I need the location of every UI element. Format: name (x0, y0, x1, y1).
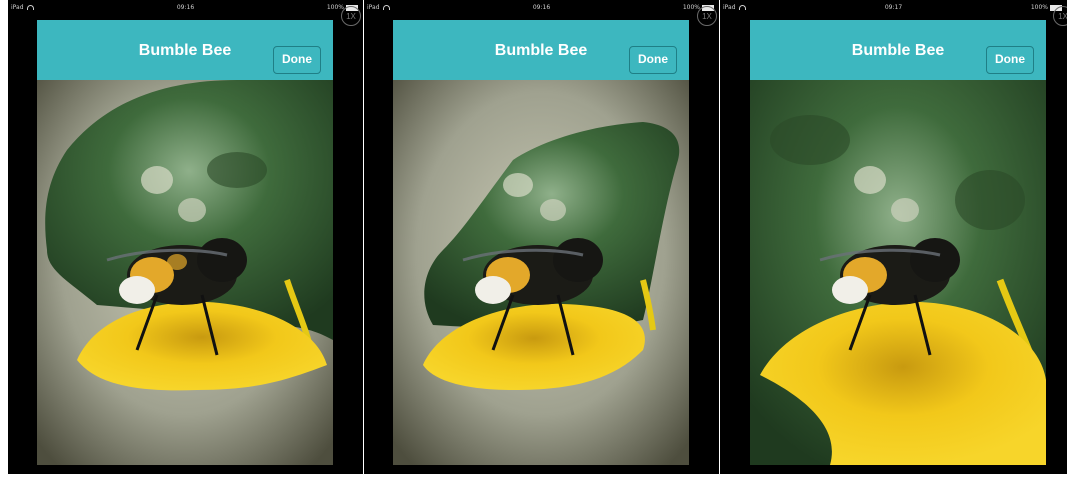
zoom-badge[interactable]: 1X (341, 6, 361, 26)
status-bar: iPad 09:16 100% (364, 0, 719, 16)
status-time: 09:16 (176, 4, 195, 11)
zoom-badge[interactable]: 1X (1053, 6, 1067, 26)
done-button[interactable]: Done (273, 46, 321, 74)
navigation-bar: Bumble Bee Done (393, 20, 689, 80)
status-time: 09:17 (884, 4, 903, 11)
ipad-screen-1: iPad 09:16 100% 1X Bumble Bee Done (8, 0, 363, 474)
status-bar: iPad 09:16 100% (8, 0, 363, 16)
bee-photo (37, 80, 333, 465)
zoom-badge[interactable]: 1X (697, 6, 717, 26)
status-bar: iPad 09:17 100% (720, 0, 1067, 16)
battery-percent: 100% (1030, 4, 1048, 11)
ipad-screen-2: iPad 09:16 100% 1X Bumble Bee Done (364, 0, 719, 474)
navigation-bar: Bumble Bee Done (37, 20, 333, 80)
photo-canvas[interactable] (393, 80, 689, 465)
photo-canvas[interactable] (37, 80, 333, 465)
done-button[interactable]: Done (629, 46, 677, 74)
bee-photo (750, 80, 1046, 465)
status-time: 09:16 (532, 4, 551, 11)
done-button[interactable]: Done (986, 46, 1034, 74)
photo-canvas[interactable] (750, 80, 1046, 465)
ipad-screen-3: iPad 09:17 100% 1X Bumble Bee Done (720, 0, 1067, 474)
navigation-bar: Bumble Bee Done (750, 20, 1046, 80)
bee-photo (393, 80, 689, 465)
